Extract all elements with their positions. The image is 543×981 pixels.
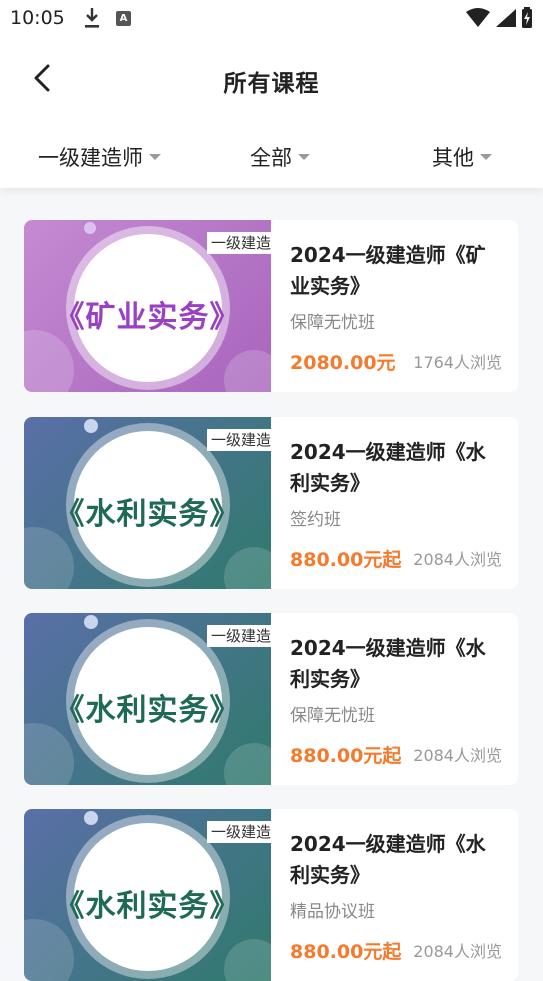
course-subtitle: 保障无忧班	[290, 313, 375, 333]
wifi-icon	[466, 8, 490, 27]
filter-category[interactable]: 一级建造师	[38, 142, 161, 172]
caret-down-icon	[149, 154, 161, 160]
course-info: 2024一级建造师《矿业实务》 保障无忧班 2080.00元 1764人浏览	[290, 220, 510, 392]
course-thumbnail: 《水利实务》 一级建造	[24, 417, 271, 589]
status-bar: 10:05 A	[0, 0, 543, 38]
course-price: 2080.00元	[290, 352, 396, 374]
course-views: 1764人浏览	[413, 353, 502, 372]
course-subtitle: 保障无忧班	[290, 706, 375, 726]
filter-type[interactable]: 全部	[250, 142, 310, 172]
course-subtitle: 精品协议班	[290, 902, 375, 922]
course-subtitle: 签约班	[290, 510, 341, 530]
download-icon	[85, 8, 99, 28]
course-views: 2084人浏览	[413, 746, 502, 765]
thumbnail-title: 《水利实务》	[54, 693, 241, 728]
thumbnail-title: 《矿业实务》	[54, 300, 241, 335]
course-price: 880.00元起	[290, 549, 402, 571]
signal-icon	[496, 9, 516, 27]
course-title: 2024一级建造师《水利实务》	[290, 440, 486, 495]
filter-type-label: 全部	[250, 146, 292, 170]
caret-down-icon	[480, 154, 492, 160]
course-price: 880.00元起	[290, 941, 402, 963]
course-views: 2084人浏览	[413, 550, 502, 569]
filter-category-label: 一级建造师	[38, 146, 143, 170]
course-card[interactable]: 《水利实务》 一级建造 2024一级建造师《水利实务》 保障无忧班 880.00…	[24, 613, 518, 785]
thumbnail-tag: 一级建造	[207, 625, 271, 647]
course-card[interactable]: 《水利实务》 一级建造 2024一级建造师《水利实务》 精品协议班 880.00…	[24, 809, 518, 981]
caret-down-icon	[298, 154, 310, 160]
thumbnail-tag: 一级建造	[207, 429, 271, 451]
course-info: 2024一级建造师《水利实务》 签约班 880.00元起 2084人浏览	[290, 417, 510, 589]
course-thumbnail: 《水利实务》 一级建造	[24, 809, 271, 981]
course-info: 2024一级建造师《水利实务》 保障无忧班 880.00元起 2084人浏览	[290, 613, 510, 785]
filter-other-label: 其他	[432, 146, 474, 170]
navigation-bar: 所有课程	[0, 38, 543, 120]
thumbnail-title: 《水利实务》	[54, 889, 241, 924]
course-thumbnail: 《水利实务》 一级建造	[24, 613, 271, 785]
status-time: 10:05	[10, 7, 65, 29]
status-icons	[465, 7, 533, 29]
filter-other[interactable]: 其他	[432, 142, 492, 172]
course-card[interactable]: 《水利实务》 一级建造 2024一级建造师《水利实务》 签约班 880.00元起…	[24, 417, 518, 589]
thumbnail-title: 《水利实务》	[54, 497, 241, 532]
course-thumbnail: 《矿业实务》 一级建造	[24, 220, 271, 392]
course-price: 880.00元起	[290, 745, 402, 767]
course-title: 2024一级建造师《水利实务》	[290, 636, 486, 691]
battery-icon	[522, 7, 532, 28]
course-title: 2024一级建造师《水利实务》	[290, 832, 486, 887]
course-info: 2024一级建造师《水利实务》 精品协议班 880.00元起 2084人浏览	[290, 809, 510, 981]
course-card[interactable]: 《矿业实务》 一级建造 2024一级建造师《矿业实务》 保障无忧班 2080.0…	[24, 220, 518, 392]
thumbnail-tag: 一级建造	[207, 821, 271, 843]
accessibility-icon: A	[116, 11, 131, 26]
course-title: 2024一级建造师《矿业实务》	[290, 243, 486, 298]
page-title: 所有课程	[223, 71, 320, 97]
filter-bar: 一级建造师 全部 其他	[0, 120, 543, 188]
course-views: 2084人浏览	[413, 942, 502, 961]
thumbnail-tag: 一级建造	[207, 232, 271, 254]
